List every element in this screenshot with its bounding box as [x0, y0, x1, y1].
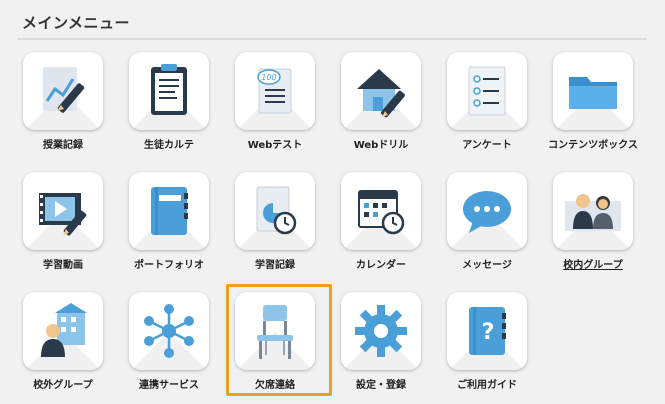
menu-item-survey[interactable]: アンケート	[434, 52, 540, 164]
menu-item-label: 設定・登録	[356, 380, 406, 391]
title-divider	[17, 38, 647, 40]
menu-item-message[interactable]: メッセージ	[434, 172, 540, 284]
chart-clock-icon	[235, 172, 315, 250]
menu-item-calendar[interactable]: カレンダー	[328, 172, 434, 284]
menu-item-web-test[interactable]: 100 Webテスト	[222, 52, 328, 164]
menu-item-label: ポートフォリオ	[134, 260, 204, 271]
menu-item-web-drill[interactable]: Webドリル	[328, 52, 434, 164]
clipboard-icon	[129, 52, 209, 130]
menu-item-absence-notice[interactable]: 欠席連絡	[222, 292, 328, 404]
menu-item-linked-service[interactable]: 連携サービス	[116, 292, 222, 404]
menu-item-label: メッセージ	[462, 260, 512, 271]
menu-item-label: 学習動画	[43, 260, 83, 271]
menu-item-label: 校外グループ	[33, 380, 93, 391]
menu-item-content-box[interactable]: コンテンツボックス	[540, 52, 646, 164]
menu-item-school-group[interactable]: 校内グループ	[540, 172, 646, 284]
calendar-icon	[341, 172, 421, 250]
speech-bubble-icon	[447, 172, 527, 250]
menu-item-label: カレンダー	[356, 260, 406, 271]
menu-title: メインメニュー	[22, 14, 131, 32]
menu-item-settings[interactable]: 設定・登録	[328, 292, 434, 404]
menu-item-label: コンテンツボックス	[548, 140, 638, 151]
main-menu-panel: メインメニュー 授業記録 生徒カルテ 100 Webテスト Webドリル アンケ…	[0, 0, 665, 404]
menu-item-label: 欠席連絡	[255, 380, 295, 391]
help-book-icon: ?	[447, 292, 527, 370]
building-person-icon	[23, 292, 103, 370]
folder-icon	[553, 52, 633, 130]
menu-item-learning-record[interactable]: 学習記録	[222, 172, 328, 284]
menu-item-learning-video[interactable]: 学習動画	[10, 172, 116, 284]
menu-item-label: 生徒カルテ	[144, 140, 194, 151]
menu-item-label: Webドリル	[353, 140, 409, 151]
menu-item-label: 授業記録	[43, 140, 83, 151]
menu-item-external-group[interactable]: 校外グループ	[10, 292, 116, 404]
gear-icon	[341, 292, 421, 370]
menu-item-label: ご利用ガイド	[457, 380, 517, 391]
notebook-icon	[129, 172, 209, 250]
group-people-icon	[553, 172, 633, 250]
menu-item-label: 学習記録	[255, 260, 295, 271]
test-paper-icon: 100	[235, 52, 315, 130]
menu-item-user-guide[interactable]: ? ご利用ガイド	[434, 292, 540, 404]
menu-item-portfolio[interactable]: ポートフォリオ	[116, 172, 222, 284]
chair-icon	[235, 292, 315, 370]
house-pencil-icon	[341, 52, 421, 130]
menu-item-lesson-record[interactable]: 授業記録	[10, 52, 116, 164]
video-film-icon	[23, 172, 103, 250]
menu-item-label: アンケート	[462, 140, 512, 151]
network-icon	[129, 292, 209, 370]
menu-item-student-chart[interactable]: 生徒カルテ	[116, 52, 222, 164]
lesson-record-icon	[23, 52, 103, 130]
menu-item-label: 連携サービス	[139, 380, 199, 391]
svg-text:?: ?	[482, 320, 495, 345]
checklist-icon	[447, 52, 527, 130]
svg-text:100: 100	[261, 73, 276, 82]
menu-item-label: 校内グループ	[563, 260, 623, 271]
menu-item-label: Webテスト	[247, 140, 303, 151]
